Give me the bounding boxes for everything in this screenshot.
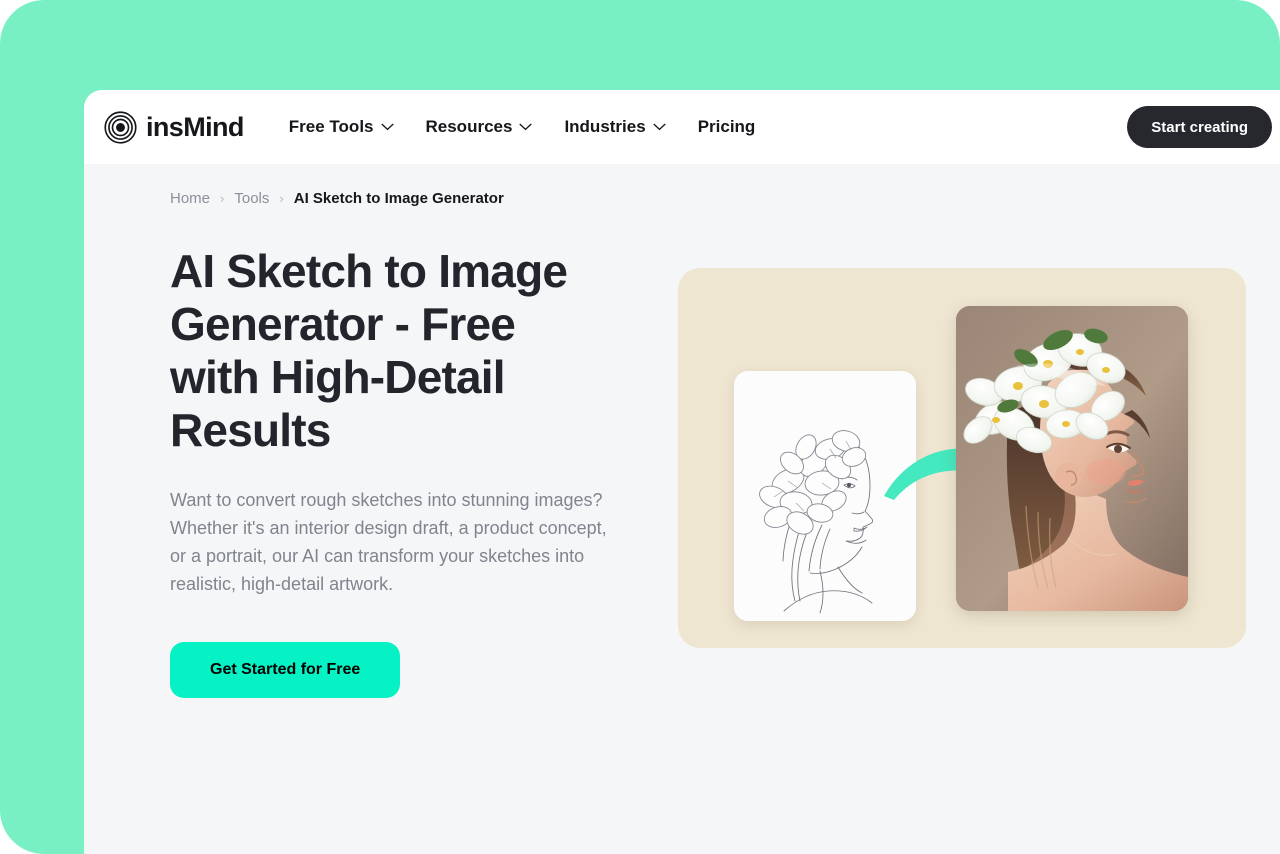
- page-title: AI Sketch to Image Generator - Free with…: [170, 245, 568, 456]
- brand-name: insMind: [146, 111, 244, 142]
- hero-description: Want to convert rough sketches into stun…: [170, 489, 607, 594]
- nav-item-free-tools[interactable]: Free Tools: [289, 117, 394, 137]
- outer-green-frame: insMind Free Tools Resources Industries …: [0, 0, 1280, 854]
- nav-item-label: Free Tools: [288, 117, 374, 136]
- start-creating-button[interactable]: Start creating: [1127, 106, 1272, 148]
- browser-page-panel: insMind Free Tools Resources Industries …: [84, 90, 1280, 854]
- breadcrumb-separator-icon: ›: [220, 191, 225, 206]
- breadcrumb: Home › Tools › AI Sketch to Image Genera…: [170, 190, 1280, 207]
- chevron-down-icon: [381, 123, 394, 131]
- hero-illustration-column: [678, 245, 1246, 698]
- get-started-button[interactable]: Get Started for Free: [170, 641, 401, 698]
- top-navigation-bar: insMind Free Tools Resources Industries …: [84, 90, 1280, 164]
- nav-item-pricing[interactable]: Pricing: [698, 117, 756, 137]
- brand-logo[interactable]: insMind: [104, 110, 244, 144]
- chevron-down-icon: [519, 123, 532, 131]
- before-after-showcase: [678, 268, 1246, 648]
- breadcrumb-item-home[interactable]: Home: [170, 190, 210, 207]
- nav-links: Free Tools Resources Industries Pricing: [289, 117, 756, 137]
- hero-text-column: AI Sketch to Image Generator - Free with…: [170, 245, 640, 698]
- nav-item-industries[interactable]: Industries: [564, 117, 666, 137]
- nav-item-label: Pricing: [697, 117, 756, 136]
- breadcrumb-separator-icon: ›: [279, 191, 284, 206]
- page-content: Home › Tools › AI Sketch to Image Genera…: [84, 190, 1280, 698]
- nav-item-label: Resources: [425, 117, 513, 136]
- hero-section: AI Sketch to Image Generator - Free with…: [170, 245, 1280, 698]
- breadcrumb-item-tools[interactable]: Tools: [234, 190, 269, 207]
- nav-item-label: Industries: [564, 117, 646, 136]
- nav-item-resources[interactable]: Resources: [426, 117, 533, 137]
- concentric-circles-logo-icon: [104, 110, 137, 144]
- chevron-down-icon: [653, 123, 666, 131]
- breadcrumb-item-current: AI Sketch to Image Generator: [293, 190, 504, 207]
- after-generated-image: [956, 306, 1188, 611]
